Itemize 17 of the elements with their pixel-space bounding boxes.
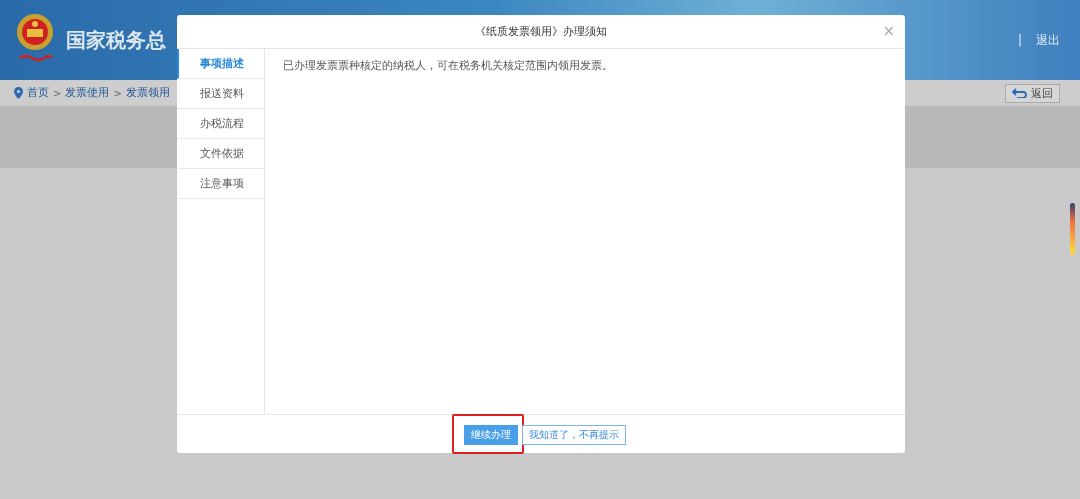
side-tab[interactable]: 事项描述	[177, 49, 264, 79]
breadcrumb-link[interactable]: 发票使用	[65, 86, 110, 100]
back-button[interactable]: 返回	[1005, 83, 1060, 103]
logout-link[interactable]: 退出	[1036, 31, 1060, 49]
breadcrumb-link[interactable]: 首页	[27, 86, 49, 100]
dismiss-button[interactable]: 我知道了，不再提示	[522, 425, 626, 446]
breadcrumb-separator: >	[53, 87, 62, 99]
description-text: 已办理发票票种核定的纳税人，可在税务机关核定范围内领用发票。	[282, 58, 614, 73]
site-title: 国家税务总	[66, 26, 166, 54]
breadcrumb-separator: >	[113, 87, 122, 99]
dialog-title: 《纸质发票领用》办理须知	[475, 24, 607, 39]
separator: |	[1017, 33, 1022, 47]
breadcrumb-link[interactable]: 发票领用	[125, 86, 170, 100]
gradient-bar	[1070, 203, 1075, 255]
continue-button[interactable]: 继续办理	[464, 425, 518, 446]
location-pin-icon	[14, 87, 23, 99]
return-arrow-icon	[1012, 88, 1028, 98]
